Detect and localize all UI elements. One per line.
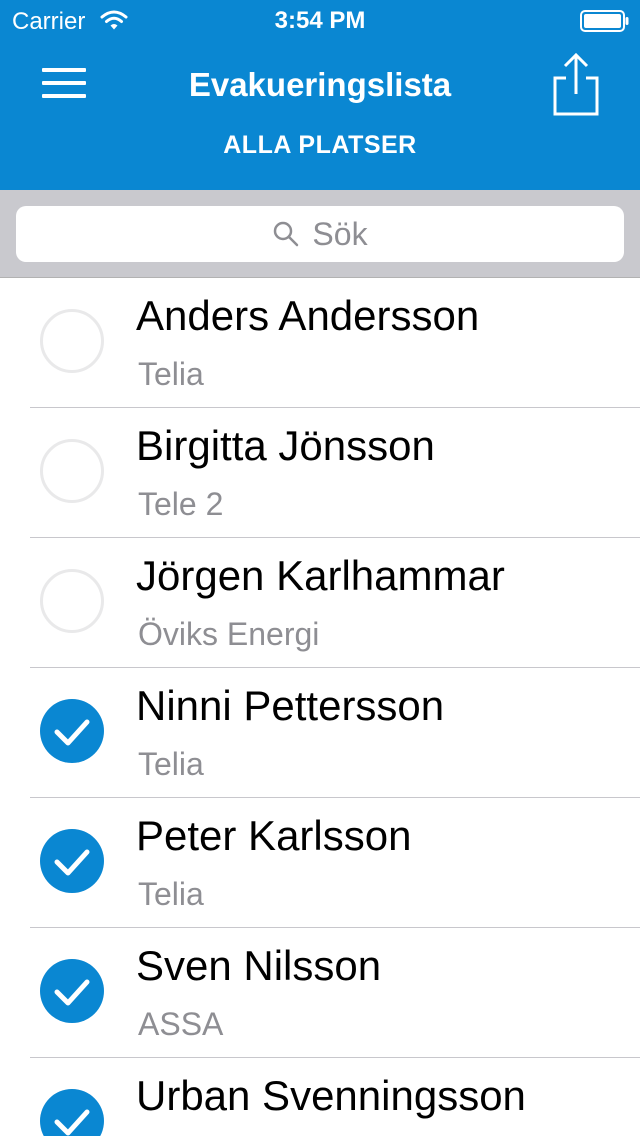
checkbox[interactable] [40,829,104,893]
checkbox[interactable] [40,309,104,373]
search-bar: Sök [0,190,640,278]
person-name: Sven Nilsson [136,942,382,989]
share-icon [553,52,599,116]
search-placeholder: Sök [312,215,368,252]
checkbox[interactable] [40,959,104,1023]
checkmark-icon [54,719,90,746]
list-item[interactable]: Urban Svenningsson [0,1058,640,1136]
navigation-header: Carrier 3:54 PM Evakueringslista ALLA PL… [0,0,640,190]
search-input[interactable]: Sök [16,206,624,262]
list-item[interactable]: Anders Andersson Telia [0,278,640,408]
person-company: ASSA [138,1006,224,1042]
checkmark-icon [54,1109,90,1136]
person-company: Tele 2 [138,486,224,522]
checkbox[interactable] [40,569,104,633]
person-name: Birgitta Jönsson [136,422,435,469]
share-button[interactable] [544,50,606,122]
status-time: 3:54 PM [274,7,366,34]
person-name: Urban Svenningsson [136,1072,526,1119]
person-company: Telia [138,356,204,392]
person-company: Telia [138,746,204,782]
person-name: Jörgen Karlhammar [136,552,505,599]
list-item[interactable]: Peter Karlsson Telia [0,798,640,928]
person-name: Ninni Pettersson [136,682,445,729]
person-company: Telia [138,876,204,912]
checkbox[interactable] [40,439,104,503]
checkmark-icon [54,849,90,876]
person-name: Peter Karlsson [136,812,412,859]
battery-icon [580,10,629,32]
person-company: Öviks Energi [138,616,320,652]
status-bar: Carrier 3:54 PM [0,0,640,40]
location-filter-label[interactable]: ALLA PLATSER [0,131,640,160]
list-item[interactable]: Jörgen Karlhammar Öviks Energi [0,538,640,668]
list-item[interactable]: Ninni Pettersson Telia [0,668,640,798]
people-list: Anders Andersson Telia Birgitta Jönsson … [0,278,640,1136]
list-item[interactable]: Birgitta Jönsson Tele 2 [0,408,640,538]
search-icon [274,221,299,247]
checkbox[interactable] [40,1089,104,1136]
checkbox[interactable] [40,699,104,763]
list-item[interactable]: Sven Nilsson ASSA [0,928,640,1058]
person-name: Anders Andersson [136,292,480,339]
checkmark-icon [54,979,90,1006]
